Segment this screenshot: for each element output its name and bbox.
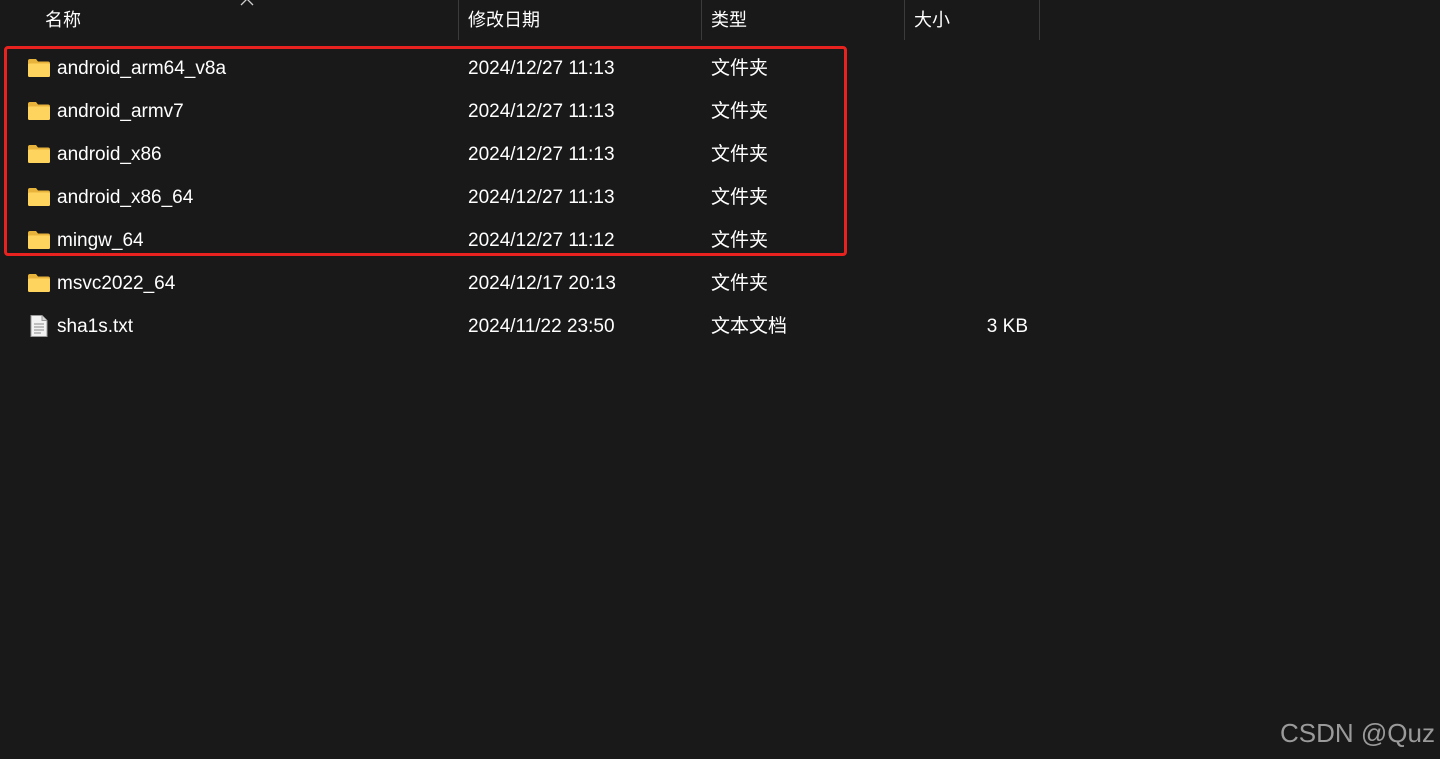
column-header-size[interactable]: 大小	[914, 0, 1034, 40]
column-header-name[interactable]: 名称	[45, 0, 455, 40]
file-row[interactable]: mingw_64 2024/12/27 11:12 文件夹	[0, 219, 1040, 262]
column-header-bar: 名称 修改日期 类型 大小	[0, 0, 1040, 40]
file-size	[914, 176, 1028, 219]
file-name: android_x86	[57, 144, 162, 165]
file-name: android_x86_64	[57, 187, 194, 208]
file-name: sha1s.txt	[57, 316, 134, 337]
file-size	[914, 47, 1028, 90]
file-row[interactable]: android_x86 2024/12/27 11:13 文件夹	[0, 133, 1040, 176]
file-type: 文件夹	[711, 144, 769, 165]
file-modified-date: 2024/12/27 11:13	[468, 101, 615, 122]
column-header-modified[interactable]: 修改日期	[468, 0, 698, 40]
file-type: 文件夹	[711, 187, 769, 208]
folder-icon	[27, 229, 51, 251]
file-modified-date: 2024/12/27 11:13	[468, 144, 615, 165]
folder-icon	[27, 143, 51, 165]
watermark: CSDN @Quz	[1280, 718, 1435, 748]
file-list-view: 名称 修改日期 类型 大小 android_arm64_v8a 2024/12/…	[0, 0, 1440, 759]
file-modified-date: 2024/11/22 23:50	[468, 316, 615, 337]
file-size	[914, 219, 1028, 262]
file-size	[914, 262, 1028, 305]
column-divider[interactable]	[458, 0, 459, 40]
file-row[interactable]: android_armv7 2024/12/27 11:13 文件夹	[0, 90, 1040, 133]
folder-icon	[27, 100, 51, 122]
file-type: 文件夹	[711, 101, 769, 122]
text-file-icon	[27, 315, 51, 337]
column-divider[interactable]	[701, 0, 702, 40]
folder-icon	[27, 57, 51, 79]
file-size	[914, 90, 1028, 133]
file-type: 文件夹	[711, 273, 769, 294]
file-name: mingw_64	[57, 230, 144, 251]
folder-icon	[27, 272, 51, 294]
file-type: 文本文档	[711, 316, 788, 337]
folder-icon	[27, 186, 51, 208]
file-name: msvc2022_64	[57, 273, 176, 294]
column-header-type[interactable]: 类型	[711, 0, 901, 40]
file-modified-date: 2024/12/17 20:13	[468, 273, 616, 294]
column-divider[interactable]	[904, 0, 905, 40]
file-name: android_armv7	[57, 101, 184, 122]
file-modified-date: 2024/12/27 11:13	[468, 58, 615, 79]
file-row[interactable]: sha1s.txt 2024/11/22 23:50 文本文档 3 KB	[0, 305, 1040, 348]
file-size	[914, 133, 1028, 176]
file-type: 文件夹	[711, 58, 769, 79]
file-name: android_arm64_v8a	[57, 58, 227, 79]
column-divider[interactable]	[1039, 0, 1040, 40]
file-type: 文件夹	[711, 230, 769, 251]
file-modified-date: 2024/12/27 11:13	[468, 187, 615, 208]
file-modified-date: 2024/12/27 11:12	[468, 230, 615, 251]
file-row[interactable]: msvc2022_64 2024/12/17 20:13 文件夹	[0, 262, 1040, 305]
file-size: 3 KB	[986, 316, 1028, 337]
file-row[interactable]: android_arm64_v8a 2024/12/27 11:13 文件夹	[0, 47, 1040, 90]
file-row[interactable]: android_x86_64 2024/12/27 11:13 文件夹	[0, 176, 1040, 219]
